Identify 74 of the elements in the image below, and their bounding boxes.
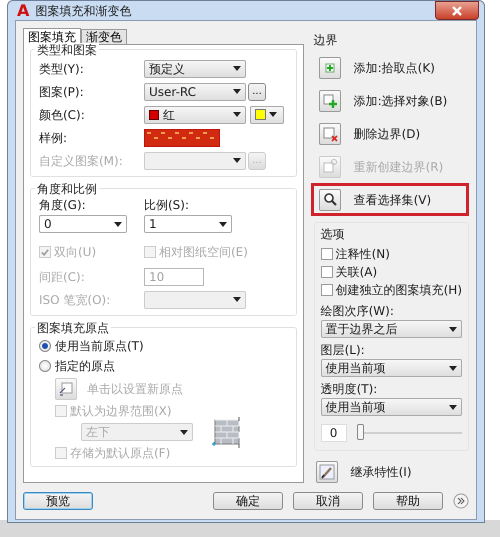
button-label[interactable]: 删除边界(D) [354, 126, 420, 140]
group-title: 选项 [320, 227, 346, 241]
background-color-dropdown[interactable] [250, 106, 284, 124]
browse-button[interactable]: ... [248, 82, 266, 100]
field-label: 样例: [39, 130, 68, 144]
field-label: 间距(C): [39, 270, 86, 284]
group-title: 图案填充原点 [35, 321, 111, 335]
checkbox[interactable] [320, 266, 333, 278]
dialog-button[interactable]: 确定 [213, 492, 283, 510]
caret-icon [114, 222, 122, 226]
caret-icon [233, 66, 241, 71]
remove-boundary-icon[interactable] [318, 122, 341, 144]
button-label[interactable]: 添加:选择对象(B) [354, 94, 448, 108]
window-title: 图案填充和渐变色 [35, 4, 132, 18]
checkbox-label[interactable]: 创建独立的图案填充(H) [336, 283, 462, 297]
dropdown[interactable]: 置于边界之后 [320, 320, 462, 338]
close-button[interactable] [435, 1, 479, 20]
set-origin-icon[interactable] [55, 378, 77, 400]
dropdown[interactable]: 1 [144, 215, 232, 233]
button-label[interactable]: 查看选择集(V) [354, 192, 432, 206]
dropdown[interactable]: 使用当前项 [320, 398, 462, 416]
dialog-button[interactable]: 取消 [293, 492, 363, 510]
field-label: 类型(Y): [39, 62, 85, 76]
field-label: 单击以设置新原点 [87, 382, 183, 396]
radio-label[interactable]: 使用当前原点(T) [55, 339, 144, 353]
checkbox-label[interactable]: 注释性(N) [336, 247, 390, 261]
radio-label[interactable]: 指定的原点 [55, 359, 115, 373]
group-title: 角度和比例 [35, 182, 99, 196]
app-logo: A [17, 4, 30, 18]
field-label: 比例(S): [144, 198, 190, 212]
checkbox[interactable] [320, 248, 333, 260]
magnifier-icon[interactable] [318, 188, 341, 210]
button-label[interactable]: 继承特性(I) [350, 465, 412, 479]
dropdown[interactable]: User-RC [144, 82, 246, 100]
dropdown[interactable]: 红 [144, 106, 246, 124]
field-label: 图层(L): [320, 343, 366, 357]
caret-icon [233, 297, 241, 302]
radio-button[interactable] [39, 360, 51, 372]
caret-icon [449, 366, 457, 370]
caret-icon [180, 430, 188, 434]
field-label: 图案(P): [39, 84, 85, 98]
dropdown[interactable]: 使用当前项 [320, 359, 462, 377]
dropdown[interactable]: 预定义 [144, 60, 246, 78]
tab[interactable]: 图案填充 [23, 28, 81, 45]
caret-icon [233, 89, 241, 94]
dropdown[interactable]: 0 [39, 215, 127, 233]
pick-point-icon[interactable] [318, 56, 341, 78]
close-icon [452, 6, 462, 16]
tab[interactable]: 渐变色 [81, 29, 127, 44]
brush-icon[interactable] [316, 461, 338, 483]
dialog-button[interactable]: 预览 [23, 492, 93, 510]
caret-icon [233, 158, 241, 163]
caret-icon [449, 326, 457, 332]
checkbox[interactable] [320, 284, 333, 296]
caret-icon [269, 112, 277, 117]
slider-thumb[interactable] [356, 424, 364, 440]
select-objects-icon[interactable] [318, 90, 341, 112]
field-label: 绘图次序(W): [320, 304, 395, 318]
checkbox-label[interactable]: 关联(A) [336, 265, 378, 279]
field-label: 透明度(T): [320, 382, 378, 396]
group-title: 类型和图案 [35, 43, 99, 57]
caret-icon [219, 222, 227, 226]
field-label: 角度(G): [39, 198, 87, 212]
input-field[interactable]: 0 [320, 424, 347, 442]
expand-icon[interactable] [453, 493, 469, 509]
field-label: 颜色(C): [39, 108, 86, 122]
caret-icon [449, 404, 457, 410]
caret-icon [233, 112, 241, 117]
group-title: 边界 [314, 33, 339, 47]
button-label[interactable]: 添加:拾取点(K) [354, 60, 435, 74]
dialog-button[interactable]: 帮助 [373, 492, 443, 510]
radio-button[interactable] [39, 340, 51, 352]
field-label: ISO 笔宽(O): [39, 292, 112, 306]
field-label: 自定义图案(M): [39, 154, 124, 168]
